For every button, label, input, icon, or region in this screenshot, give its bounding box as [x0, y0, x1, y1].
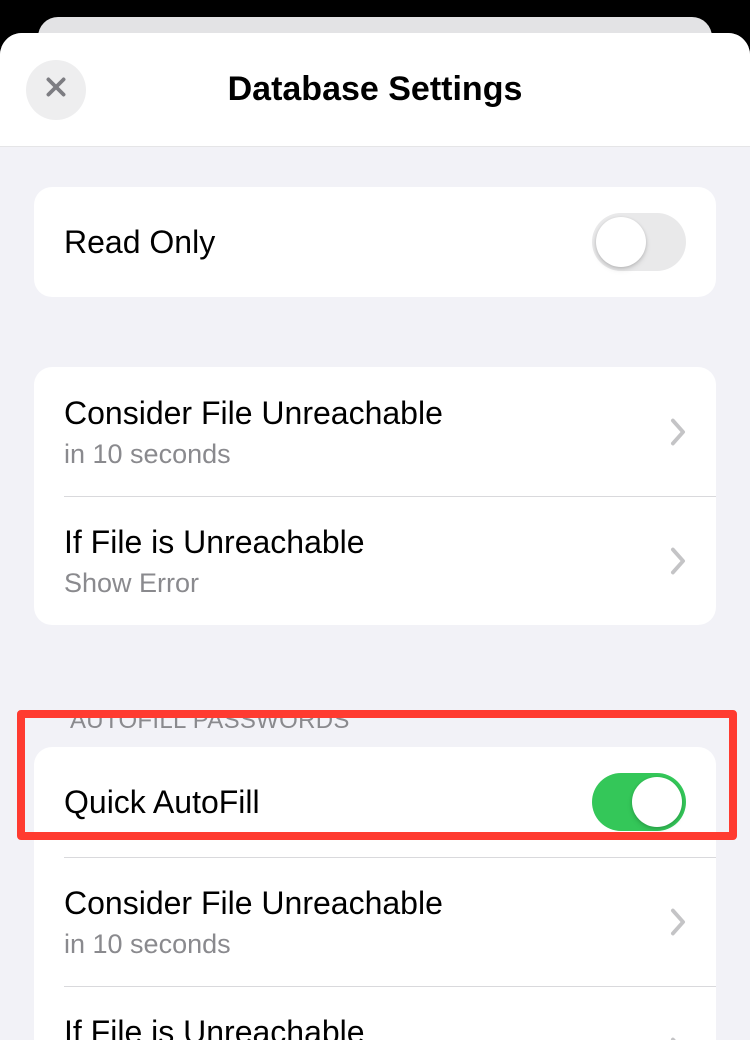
group-unreachable: Consider File Unreachable in 10 seconds …: [34, 367, 716, 625]
chevron-right-icon: [670, 418, 686, 446]
if-unreachable-sublabel: Show Error: [64, 568, 658, 599]
af-consider-unreachable-sublabel: in 10 seconds: [64, 929, 658, 960]
quick-autofill-label: Quick AutoFill: [64, 782, 592, 822]
read-only-label: Read Only: [64, 222, 592, 262]
page-title: Database Settings: [0, 70, 750, 109]
content: Read Only Consider File Unreachable in 1…: [0, 187, 750, 1040]
chevron-right-icon: [670, 1037, 686, 1040]
af-if-unreachable-label: If File is Unreachable: [64, 1012, 658, 1040]
row-consider-unreachable[interactable]: Consider File Unreachable in 10 seconds: [34, 367, 716, 496]
row-text: Read Only: [64, 222, 592, 262]
group-general: Read Only: [34, 187, 716, 297]
read-only-toggle[interactable]: [592, 213, 686, 271]
group-autofill: Quick AutoFill Consider File Unreachable…: [34, 747, 716, 1040]
af-consider-unreachable-label: Consider File Unreachable: [64, 883, 658, 923]
row-text: If File is Unreachable Show Error: [64, 522, 658, 599]
if-unreachable-label: If File is Unreachable: [64, 522, 658, 562]
row-text: If File is Unreachable Show Error: [64, 1012, 658, 1040]
toggle-knob: [632, 777, 682, 827]
section-header-autofill: AUTOFILL PASSWORDS: [34, 707, 716, 747]
row-if-unreachable[interactable]: If File is Unreachable Show Error: [34, 496, 716, 625]
row-quick-autofill[interactable]: Quick AutoFill: [34, 747, 716, 857]
row-text: Quick AutoFill: [64, 782, 592, 822]
chevron-right-icon: [670, 547, 686, 575]
close-button[interactable]: [26, 60, 86, 120]
row-text: Consider File Unreachable in 10 seconds: [64, 883, 658, 960]
row-af-if-unreachable[interactable]: If File is Unreachable Show Error: [34, 986, 716, 1040]
settings-sheet: Database Settings Read Only Consider Fil…: [0, 33, 750, 1040]
consider-unreachable-label: Consider File Unreachable: [64, 393, 658, 433]
row-af-consider-unreachable[interactable]: Consider File Unreachable in 10 seconds: [34, 857, 716, 986]
row-text: Consider File Unreachable in 10 seconds: [64, 393, 658, 470]
close-icon: [43, 74, 69, 105]
row-read-only[interactable]: Read Only: [34, 187, 716, 297]
header: Database Settings: [0, 33, 750, 147]
quick-autofill-toggle[interactable]: [592, 773, 686, 831]
chevron-right-icon: [670, 908, 686, 936]
toggle-knob: [596, 217, 646, 267]
consider-unreachable-sublabel: in 10 seconds: [64, 439, 658, 470]
